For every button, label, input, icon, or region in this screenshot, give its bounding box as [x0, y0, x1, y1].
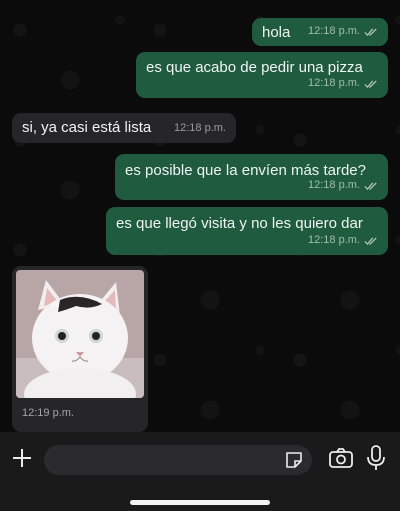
incoming-message[interactable]: si, ya casi está lista 12:18 p.m. — [12, 113, 236, 143]
message-text: hola — [262, 24, 291, 41]
message-time: 12:18 p.m. — [308, 179, 360, 191]
message-time: 12:18 p.m. — [308, 25, 360, 37]
message-time: 12:18 p.m. — [308, 234, 360, 246]
message-text: si, ya casi está lista — [22, 119, 152, 136]
message-time: 12:18 p.m. — [174, 122, 226, 134]
plus-icon[interactable] — [10, 446, 34, 470]
message-meta: 12:18 p.m. — [174, 119, 226, 138]
double-check-icon — [364, 182, 377, 190]
message-meta: 12:18 p.m. — [308, 176, 378, 195]
double-check-icon — [364, 28, 377, 36]
home-indicator[interactable] — [130, 500, 270, 505]
message-time: 12:19 p.m. — [14, 402, 82, 424]
chat-area: hola 12:18 p.m. es que acabo de pedir un… — [0, 0, 400, 432]
message-input[interactable] — [44, 445, 312, 475]
microphone-icon[interactable] — [365, 444, 387, 472]
outgoing-message[interactable]: hola 12:18 p.m. — [252, 18, 388, 46]
sticker-icon[interactable] — [284, 450, 304, 470]
message-meta: 12:18 p.m. — [308, 22, 378, 41]
outgoing-message[interactable]: es que acabo de pedir una pizza 12:18 p.… — [136, 52, 388, 98]
outgoing-message[interactable]: es que llegó visita y no les quiero dar … — [106, 207, 388, 255]
double-check-icon — [364, 237, 377, 245]
message-meta: 12:18 p.m. — [308, 74, 378, 93]
message-time: 12:18 p.m. — [308, 77, 360, 89]
message-text: es que llegó visita y no les quiero dar — [116, 215, 363, 232]
message-meta: 12:18 p.m. — [308, 231, 378, 250]
camera-icon[interactable] — [328, 446, 354, 470]
double-check-icon — [364, 80, 377, 88]
cat-photo[interactable] — [16, 270, 144, 398]
outgoing-message[interactable]: es posible que la envíen más tarde? 12:1… — [115, 154, 388, 200]
